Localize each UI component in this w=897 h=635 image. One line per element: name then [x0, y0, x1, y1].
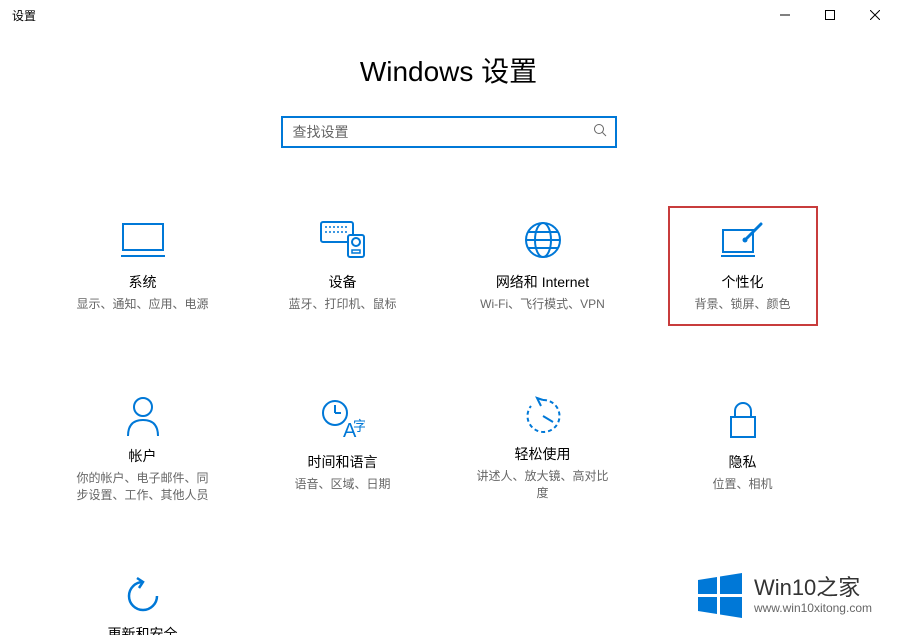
- tile-accounts[interactable]: 帐户 你的帐户、电子邮件、同步设置、工作、其他人员: [68, 386, 218, 506]
- content-scroll[interactable]: 系统 显示、通知、应用、电源 设备 蓝牙、打印机、鼠标: [0, 170, 885, 635]
- tile-desc: Wi-Fi、飞行模式、VPN: [480, 296, 605, 313]
- watermark: Win10之家 www.win10xitong.com: [694, 570, 872, 620]
- globe-icon: [523, 216, 563, 264]
- tile-update[interactable]: 更新和安全 Windows 更新、恢复、备份: [68, 566, 218, 635]
- tile-desc: 语音、区域、日期: [294, 476, 390, 493]
- update-icon: [123, 576, 163, 616]
- watermark-url: www.win10xitong.com: [754, 601, 872, 615]
- minimize-button[interactable]: [762, 0, 807, 30]
- tile-time-language[interactable]: A 字 时间和语言 语音、区域、日期: [268, 386, 418, 506]
- close-button[interactable]: [852, 0, 897, 30]
- tile-privacy[interactable]: 隐私 位置、相机: [668, 386, 818, 506]
- page-title: Windows 设置: [0, 50, 897, 90]
- watermark-name: Win10之家: [754, 575, 872, 601]
- settings-grid: 系统 显示、通知、应用、电源 设备 蓝牙、打印机、鼠标: [0, 170, 885, 635]
- search-icon: [593, 123, 607, 142]
- tile-title: 隐私: [729, 452, 757, 472]
- tile-desc: 讲述人、放大镜、高对比度: [474, 468, 612, 502]
- search-box[interactable]: [281, 116, 617, 148]
- tile-system[interactable]: 系统 显示、通知、应用、电源: [68, 206, 218, 326]
- tile-title: 时间和语言: [308, 452, 378, 472]
- tile-title: 轻松使用: [515, 444, 571, 464]
- tile-network[interactable]: 网络和 Internet Wi-Fi、飞行模式、VPN: [468, 206, 618, 326]
- tile-desc: 显示、通知、应用、电源: [76, 296, 208, 313]
- tile-desc: 蓝牙、打印机、鼠标: [288, 296, 396, 313]
- display-icon: [121, 216, 165, 264]
- titlebar: 设置: [0, 0, 897, 30]
- tile-title: 网络和 Internet: [496, 272, 589, 292]
- tile-ease-of-access[interactable]: 轻松使用 讲述人、放大镜、高对比度: [468, 386, 618, 506]
- tile-title: 设备: [329, 272, 357, 292]
- tile-devices[interactable]: 设备 蓝牙、打印机、鼠标: [268, 206, 418, 326]
- ease-icon: [523, 396, 563, 436]
- tile-desc: 位置、相机: [712, 476, 772, 493]
- lock-icon: [727, 396, 759, 444]
- devices-icon: [320, 216, 366, 264]
- maximize-button[interactable]: [807, 0, 852, 30]
- tile-desc: 你的帐户、电子邮件、同步设置、工作、其他人员: [74, 470, 212, 504]
- tile-personalization[interactable]: 个性化 背景、锁屏、颜色: [668, 206, 818, 326]
- maximize-icon: [825, 10, 835, 20]
- time-language-icon: A 字: [321, 396, 365, 444]
- close-icon: [870, 10, 880, 20]
- tile-title: 帐户: [129, 446, 157, 466]
- watermark-logo-icon: [694, 570, 744, 620]
- personalization-icon: [721, 216, 765, 264]
- tile-title: 个性化: [722, 272, 764, 292]
- minimize-icon: [780, 10, 790, 20]
- svg-text:字: 字: [353, 418, 365, 434]
- search-input[interactable]: [293, 124, 593, 140]
- window-title: 设置: [12, 7, 36, 24]
- tile-title: 系统: [129, 272, 157, 292]
- tile-desc: 背景、锁屏、颜色: [694, 296, 790, 313]
- tile-title: 更新和安全: [108, 624, 178, 635]
- watermark-text: Win10之家 www.win10xitong.com: [754, 575, 872, 616]
- person-icon: [125, 396, 161, 438]
- search-wrap: [0, 116, 897, 148]
- titlebar-controls: [762, 0, 897, 30]
